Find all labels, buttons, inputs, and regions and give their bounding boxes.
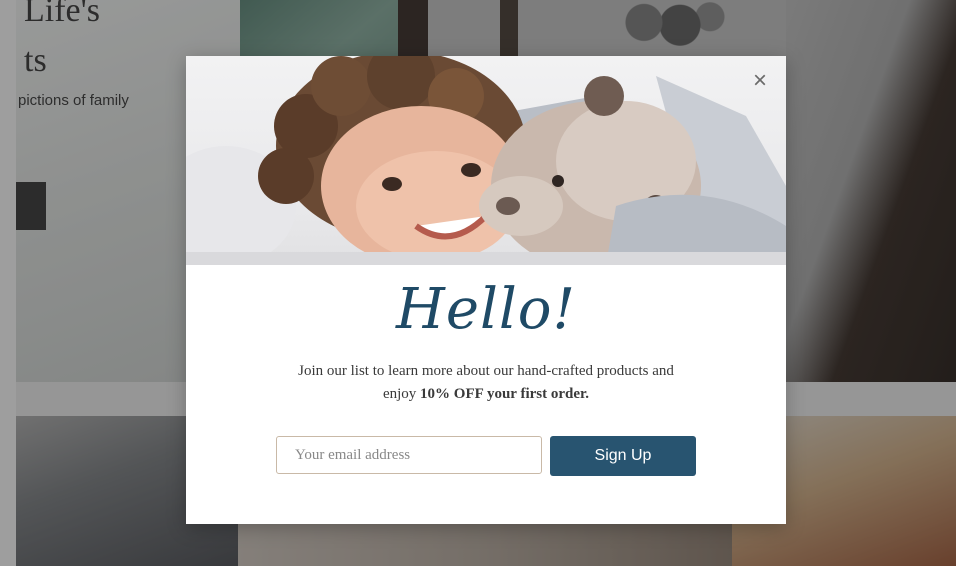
- close-icon[interactable]: ×: [748, 69, 772, 94]
- popup-description: Join our list to learn more about our ha…: [286, 360, 686, 406]
- popup-offer-text: 10% OFF your first order.: [420, 386, 590, 402]
- email-input[interactable]: [276, 436, 542, 474]
- child-with-teddy-photo: [186, 56, 786, 265]
- hero-image: ×: [186, 56, 786, 265]
- popup-heading: Hello!: [395, 277, 576, 342]
- signup-modal: × Hello! Join our list to learn more abo…: [186, 56, 786, 524]
- sign-up-button[interactable]: Sign Up: [550, 436, 696, 476]
